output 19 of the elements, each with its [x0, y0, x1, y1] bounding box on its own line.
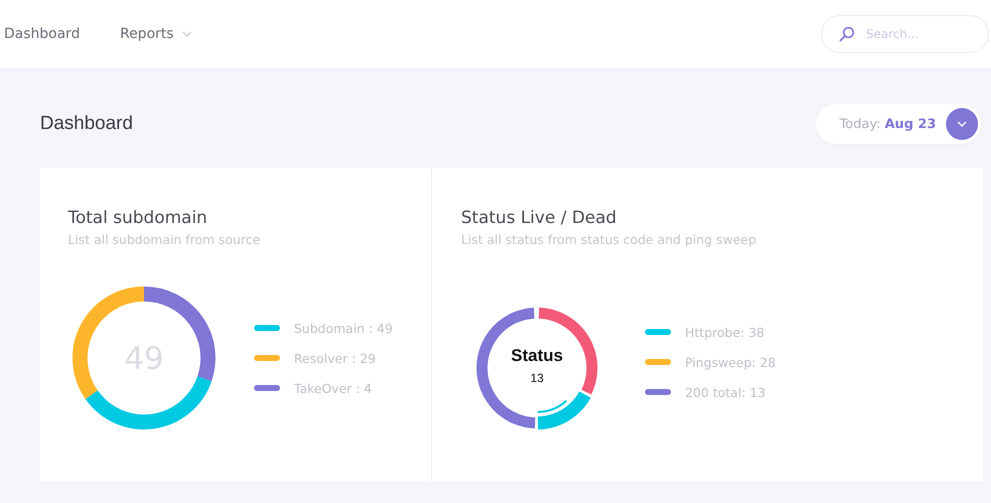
card-subtitle: List all subdomain from source	[68, 232, 262, 247]
donut-center-title: Status	[511, 346, 563, 365]
legend-label: Resolver : 29	[294, 350, 376, 366]
legend-label: 200 total: 13	[685, 384, 766, 400]
date-text: Today: Aug 23	[840, 116, 936, 132]
legend-label: Httprobe: 38	[685, 324, 764, 340]
page-title: Dashboard	[40, 113, 133, 135]
legend-label: Pingsweep: 28	[685, 354, 776, 370]
card-title: Status Live / Dead	[461, 208, 618, 228]
card-subtitle: List all status from status code and ping sweep	[461, 232, 758, 247]
legend-label: Subdomain : 49	[294, 320, 393, 336]
chevron-down-icon	[957, 121, 967, 127]
search-field[interactable]: Search...	[821, 15, 989, 53]
nav-link[interactable]: Reports	[120, 26, 192, 42]
legend-label: TakeOver : 4	[294, 380, 372, 396]
card-title: Total subdomain	[68, 208, 208, 228]
date-dropdown-button[interactable]	[946, 108, 978, 140]
donut-center-value: 13	[530, 371, 544, 385]
nav-link[interactable]: Dashboard	[4, 26, 80, 42]
